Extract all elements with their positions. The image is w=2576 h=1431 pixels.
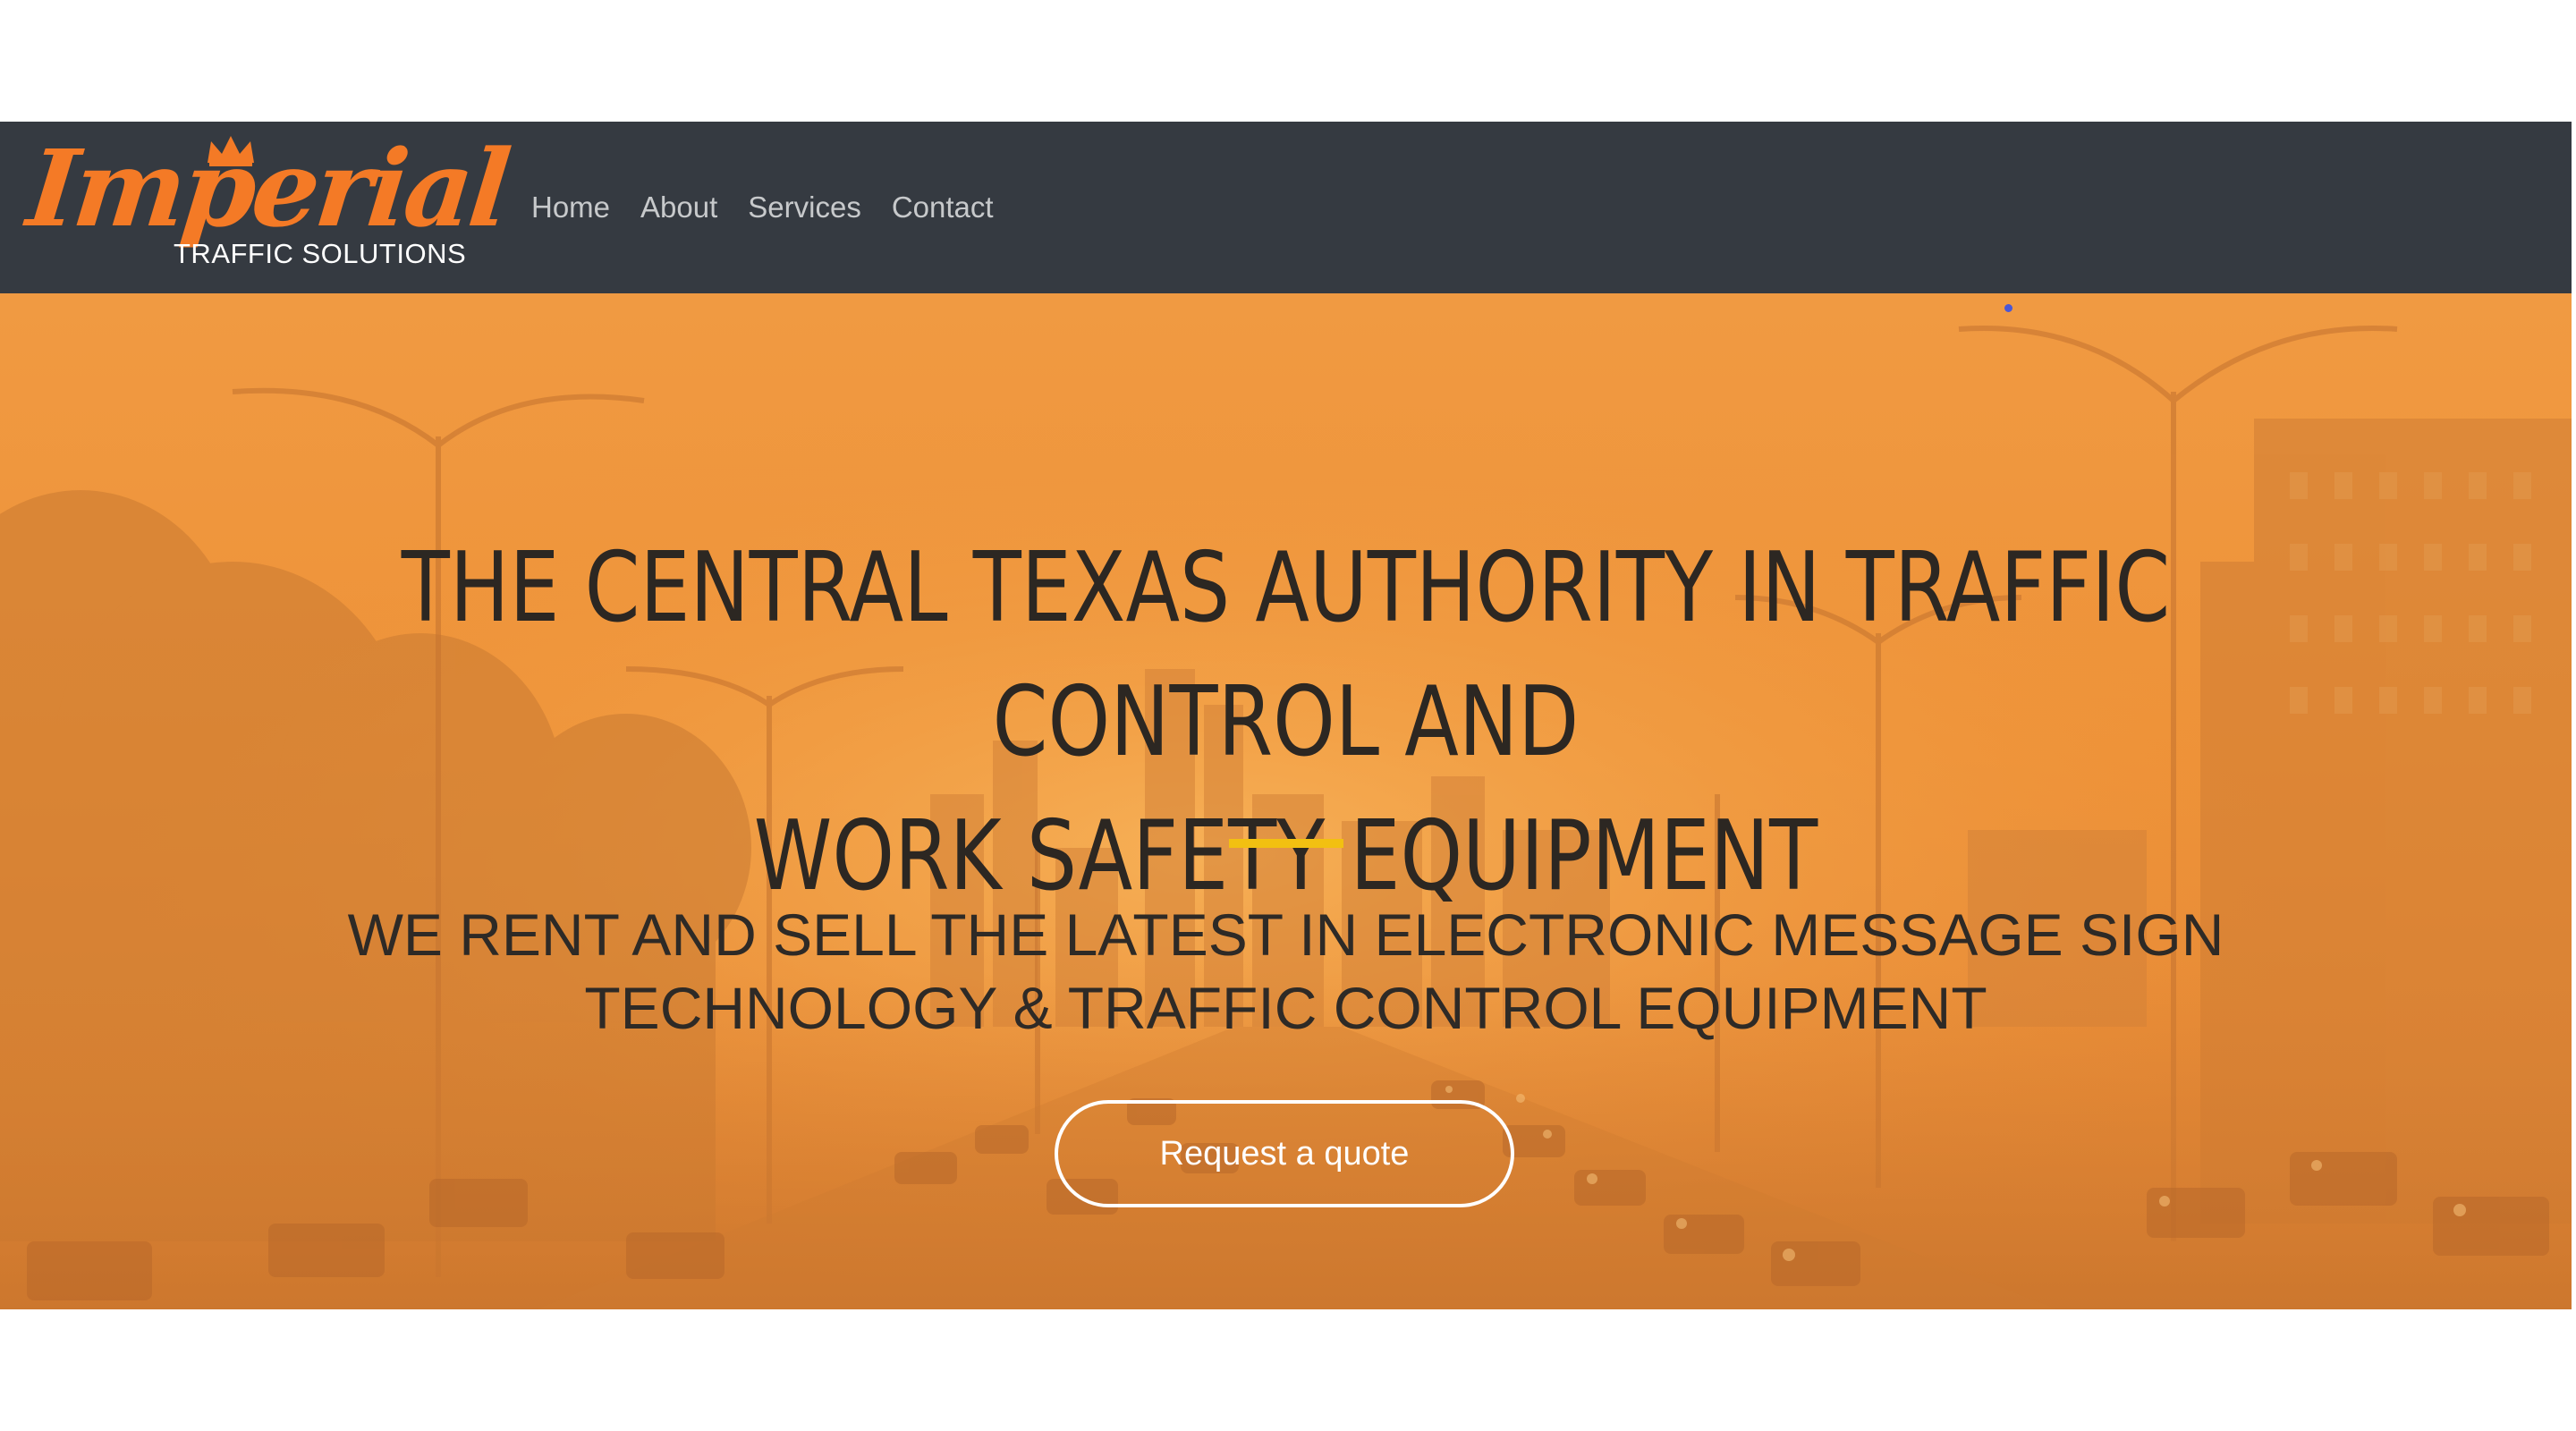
cursor-dot [2004,304,2012,312]
page: Imperial TRAFFIC SOLUTIONS Home About Se… [0,0,2576,1431]
request-quote-button[interactable]: Request a quote [1055,1100,1514,1207]
navbar: Imperial TRAFFIC SOLUTIONS Home About Se… [0,122,2572,293]
hero-section: THE CENTRAL TEXAS AUTHORITY IN TRAFFIC C… [0,293,2572,1309]
hero-title-line-1: THE CENTRAL TEXAS AUTHORITY IN TRAFFIC C… [401,532,2171,778]
hero-divider [1229,839,1343,848]
logo-subtitle: TRAFFIC SOLUTIONS [174,238,467,269]
hero-subtitle-line-1: WE RENT AND SELL THE LATEST IN ELECTRONI… [347,902,2224,968]
hero-subtitle-line-2: TECHNOLOGY & TRAFFIC CONTROL EQUIPMENT [584,975,1987,1041]
nav-item-services[interactable]: Services [748,191,861,224]
hero-title-line-2: WORK SAFETY EQUIPMENT [753,800,1818,912]
nav-item-contact[interactable]: Contact [892,191,994,224]
hero-subtitle: WE RENT AND SELL THE LATEST IN ELECTRONI… [0,898,2572,1045]
brand-logo[interactable]: Imperial TRAFFIC SOLUTIONS [22,126,513,279]
logo-wordmark: Imperial [21,126,513,250]
main-nav: Home About Services Contact [531,122,994,293]
hero-title: THE CENTRAL TEXAS AUTHORITY IN TRAFFIC C… [232,521,2341,924]
nav-item-about[interactable]: About [640,191,717,224]
nav-item-home[interactable]: Home [531,191,610,224]
